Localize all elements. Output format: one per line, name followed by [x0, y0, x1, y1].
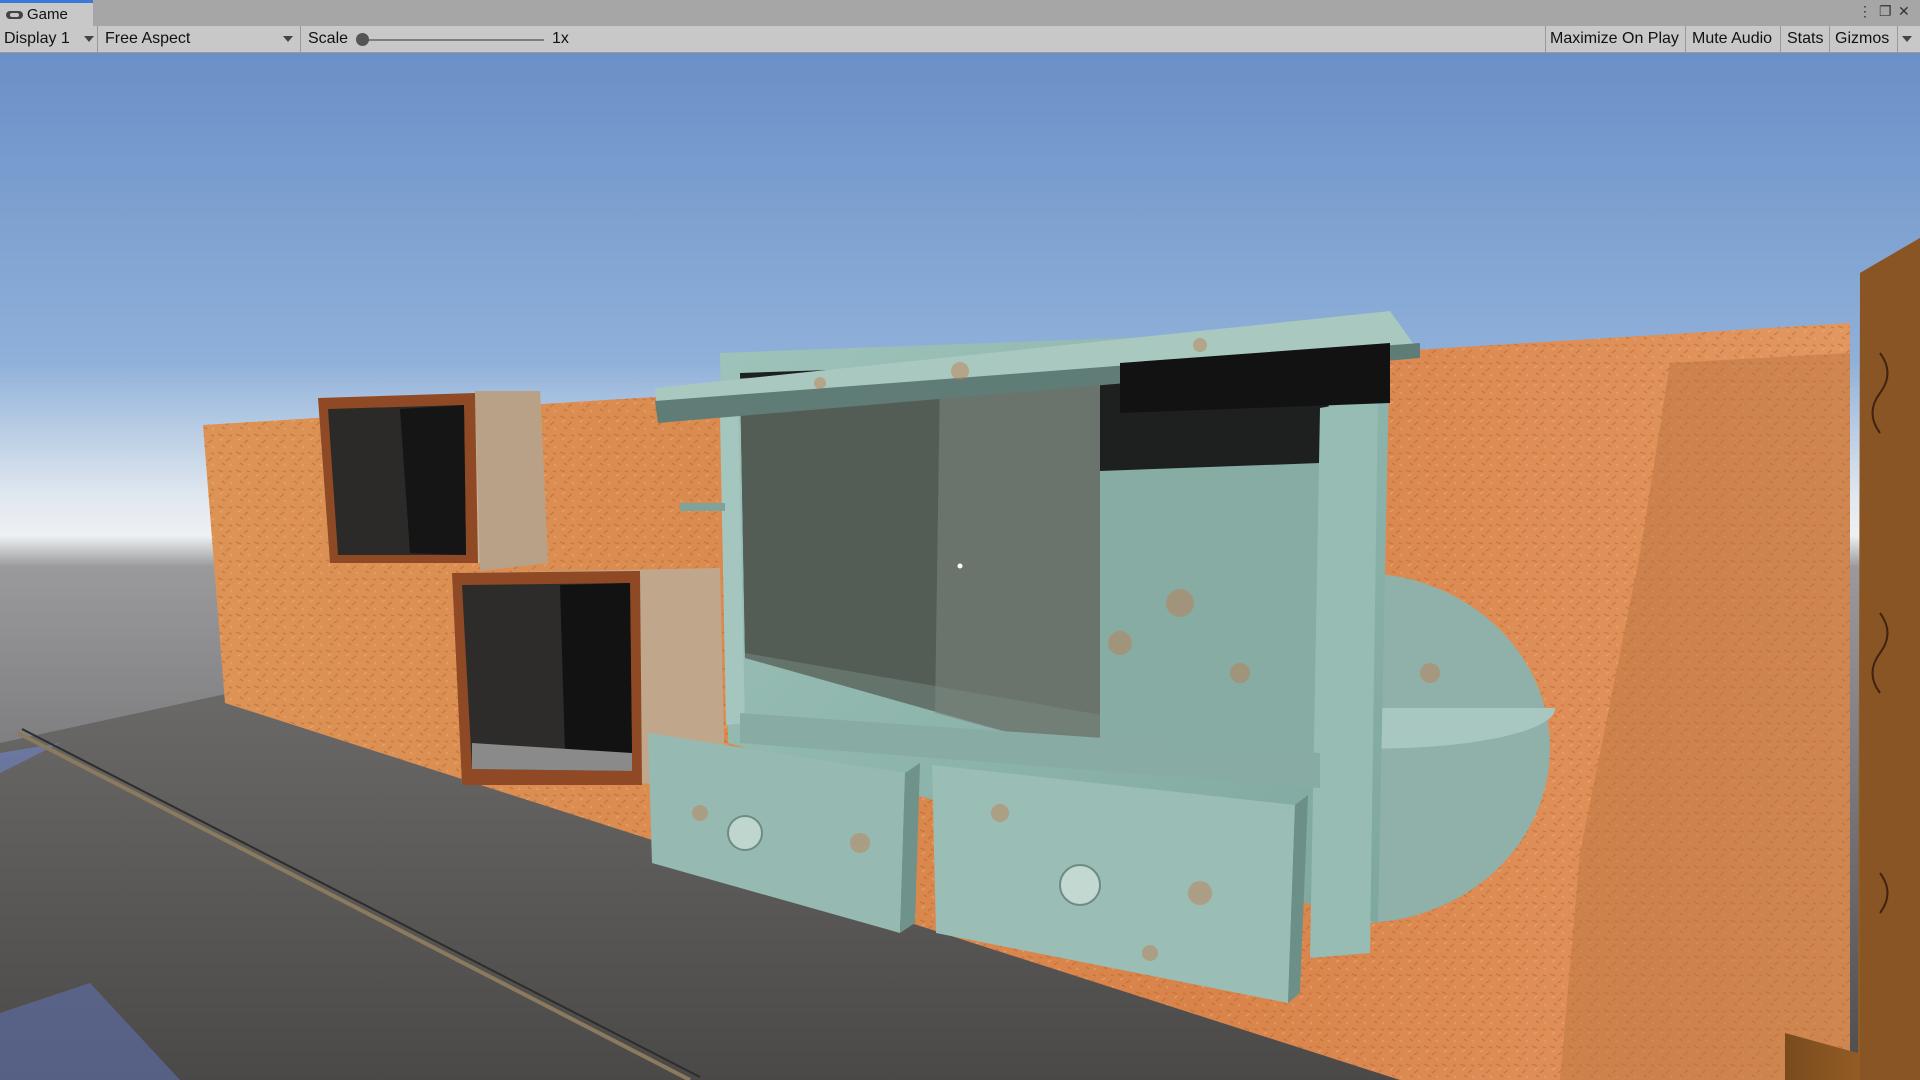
scale-value: 1x — [552, 30, 569, 47]
chevron-down-icon — [84, 36, 94, 42]
gizmos-dropdown-icon[interactable] — [1902, 36, 1912, 42]
game-viewport[interactable] — [0, 53, 1920, 1080]
tab-bar: Game ⋮ ❐ ✕ — [0, 0, 1920, 26]
stats-button[interactable]: Stats — [1787, 26, 1823, 52]
mute-audio-button[interactable]: Mute Audio — [1692, 26, 1772, 52]
scale-slider-track — [362, 39, 544, 41]
display-label: Display 1 — [4, 30, 70, 47]
display-dropdown[interactable]: Display 1 — [0, 26, 96, 52]
scale-slider-knob[interactable] — [356, 33, 369, 46]
tab-game-label: Game — [27, 6, 68, 23]
scale-label: Scale — [308, 30, 349, 47]
gamepad-icon — [6, 10, 23, 20]
gizmos-button[interactable]: Gizmos — [1835, 26, 1889, 52]
aspect-label: Free Aspect — [105, 30, 191, 47]
more-icon[interactable]: ⋮ — [1858, 3, 1872, 20]
close-icon[interactable]: ✕ — [1898, 3, 1910, 20]
scene-render — [0, 53, 1920, 1080]
chevron-down-icon — [283, 36, 293, 42]
tab-game[interactable]: Game — [0, 0, 93, 26]
game-toolbar: Display 1 Free Aspect Scale 1x Maximize … — [0, 26, 1920, 53]
maximize-on-play-button[interactable]: Maximize On Play — [1550, 26, 1679, 52]
maximize-icon[interactable]: ❐ — [1879, 3, 1892, 20]
aspect-dropdown[interactable]: Free Aspect — [98, 26, 298, 52]
